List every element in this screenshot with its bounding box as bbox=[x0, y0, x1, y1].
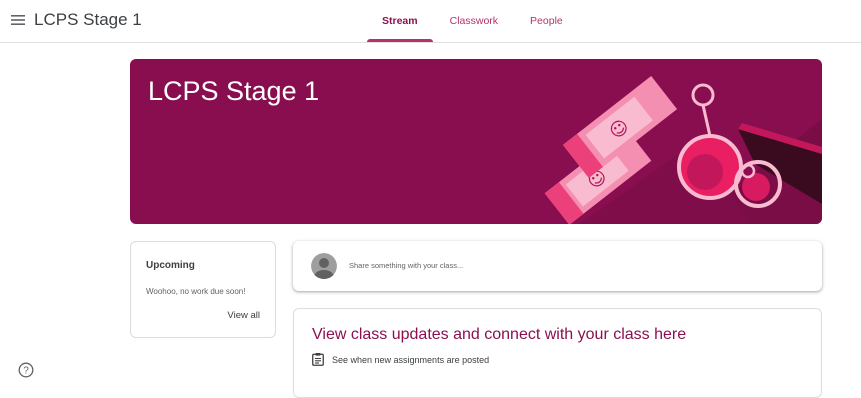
updates-item-text: See when new assignments are posted bbox=[332, 354, 490, 365]
tab-classwork[interactable]: Classwork bbox=[434, 0, 514, 42]
hamburger-menu-icon bbox=[11, 15, 25, 25]
tab-stream[interactable]: Stream bbox=[366, 0, 434, 42]
tab-people[interactable]: People bbox=[514, 0, 579, 42]
main-menu-button[interactable] bbox=[6, 8, 30, 32]
view-all-link[interactable]: View all bbox=[227, 310, 260, 321]
updates-item: See when new assignments are posted bbox=[312, 353, 489, 366]
class-title[interactable]: LCPS Stage 1 bbox=[34, 10, 142, 30]
class-tabs: Stream Classwork People bbox=[366, 0, 579, 42]
help-icon: ? bbox=[18, 362, 34, 378]
updates-title: View class updates and connect with your… bbox=[312, 326, 687, 343]
banner-illustration: ☺ ☺ bbox=[544, 75, 822, 224]
upcoming-card: Upcoming Woohoo, no work due soon! View … bbox=[130, 241, 276, 338]
share-placeholder: Share something with your class... bbox=[349, 261, 464, 270]
assignment-icon bbox=[312, 353, 324, 366]
class-updates-card: View class updates and connect with your… bbox=[293, 308, 822, 398]
banner-class-title: LCPS Stage 1 bbox=[148, 76, 320, 106]
user-avatar-icon bbox=[311, 253, 337, 279]
top-app-bar: LCPS Stage 1 Stream Classwork People bbox=[0, 0, 861, 43]
avatar bbox=[311, 253, 337, 279]
upcoming-title: Upcoming bbox=[146, 260, 195, 271]
help-button[interactable]: ? bbox=[18, 362, 34, 378]
share-announcement-box[interactable]: Share something with your class... bbox=[293, 241, 822, 291]
class-banner: LCPS Stage 1 ☺ ☺ bbox=[130, 59, 822, 224]
upcoming-empty-message: Woohoo, no work due soon! bbox=[146, 287, 246, 296]
